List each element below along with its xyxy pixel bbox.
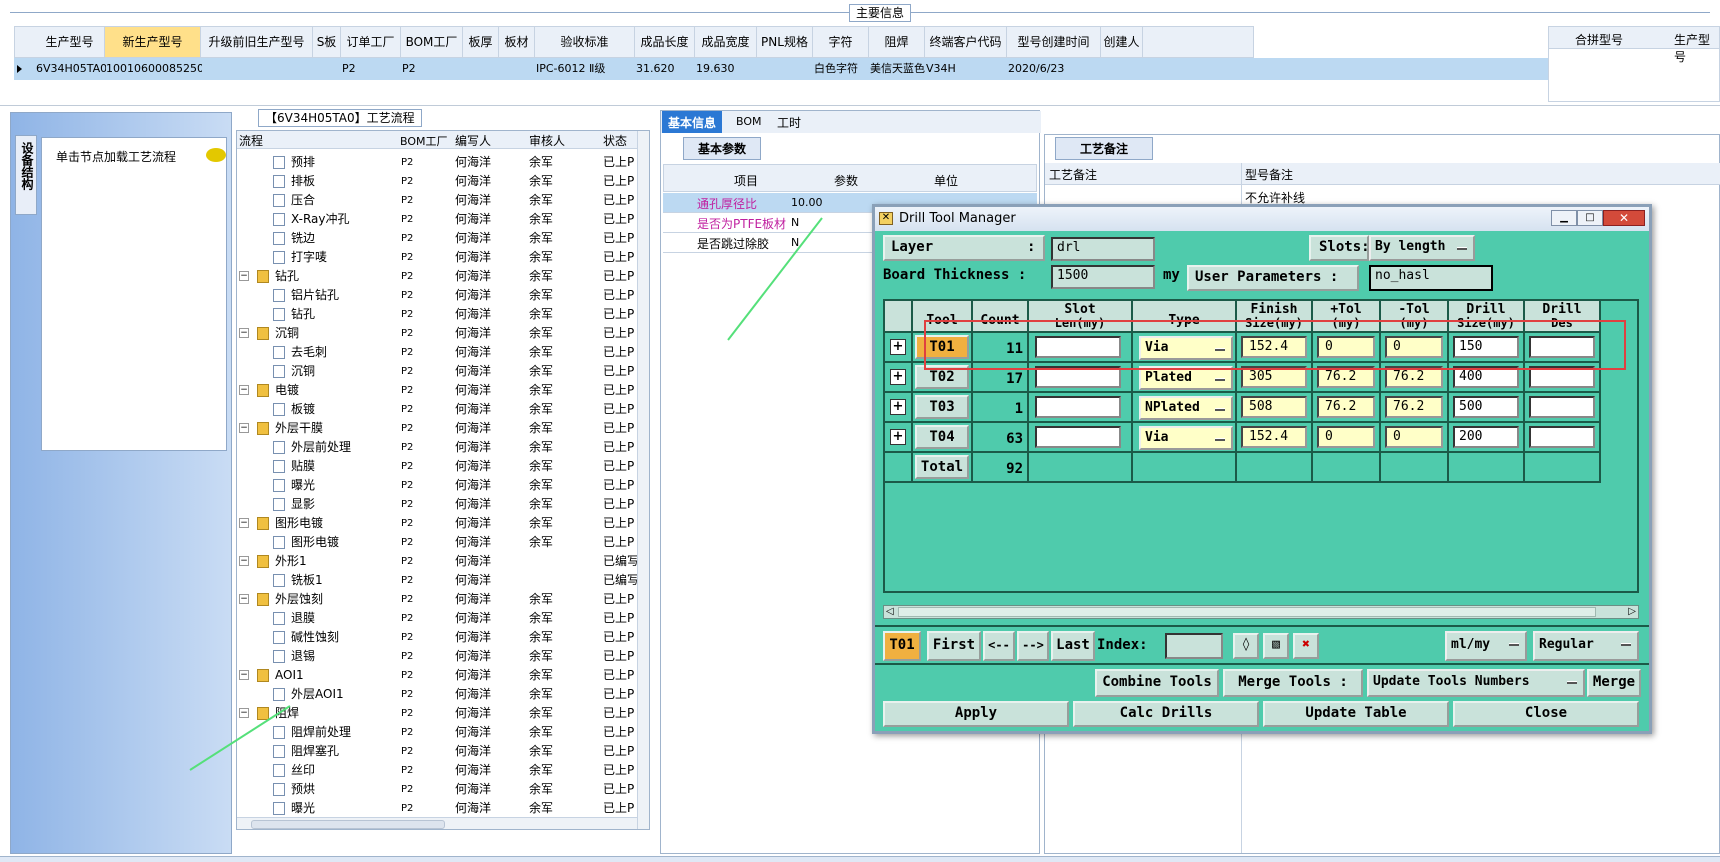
annotation-arrows [189,217,823,771]
status-bar [0,856,1720,862]
